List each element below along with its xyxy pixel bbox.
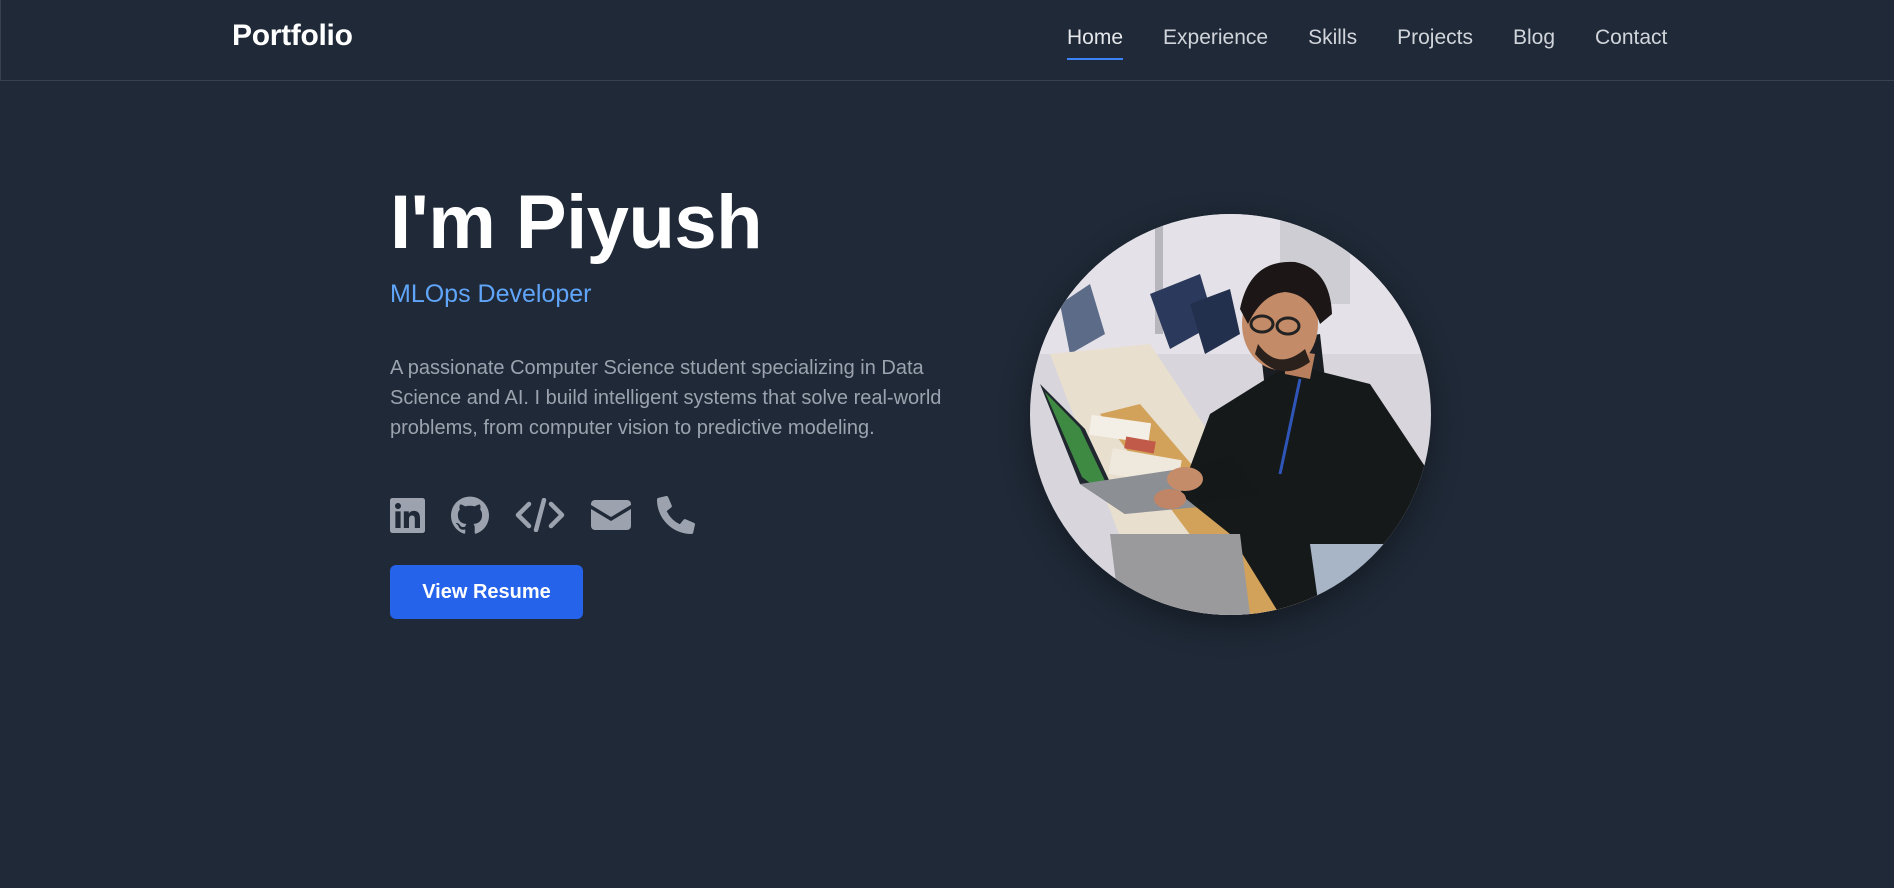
hero-description: A passionate Computer Science student sp… <box>390 357 942 439</box>
nav-item-projects[interactable]: Projects <box>1397 26 1473 60</box>
hero-title: I'm Piyush <box>390 180 763 265</box>
envelope-icon[interactable] <box>591 495 631 535</box>
nav-item-blog[interactable]: Blog <box>1513 26 1555 60</box>
social-links <box>390 495 950 535</box>
linkedin-icon[interactable] <box>390 495 425 535</box>
hero-section: I'm Piyush MLOps Developer A passionate … <box>390 180 950 619</box>
nav-item-home[interactable]: Home <box>1067 26 1124 60</box>
nav-item-contact[interactable]: Contact <box>1595 26 1667 60</box>
nav-item-experience[interactable]: Experience <box>1163 26 1268 60</box>
main-nav: Home Experience Skills Projects Blog Con… <box>1067 26 1667 60</box>
brand-logo[interactable]: Portfolio <box>232 19 353 53</box>
view-resume-button[interactable]: View Resume <box>390 565 583 619</box>
code-icon[interactable] <box>515 495 565 535</box>
nav-item-skills[interactable]: Skills <box>1308 26 1357 60</box>
profile-photo <box>1030 214 1431 615</box>
navbar: Portfolio Home Experience Skills Project… <box>0 0 1894 81</box>
phone-icon[interactable] <box>657 495 695 535</box>
hero-role: MLOps Developer <box>390 280 592 308</box>
github-icon[interactable] <box>451 495 489 535</box>
